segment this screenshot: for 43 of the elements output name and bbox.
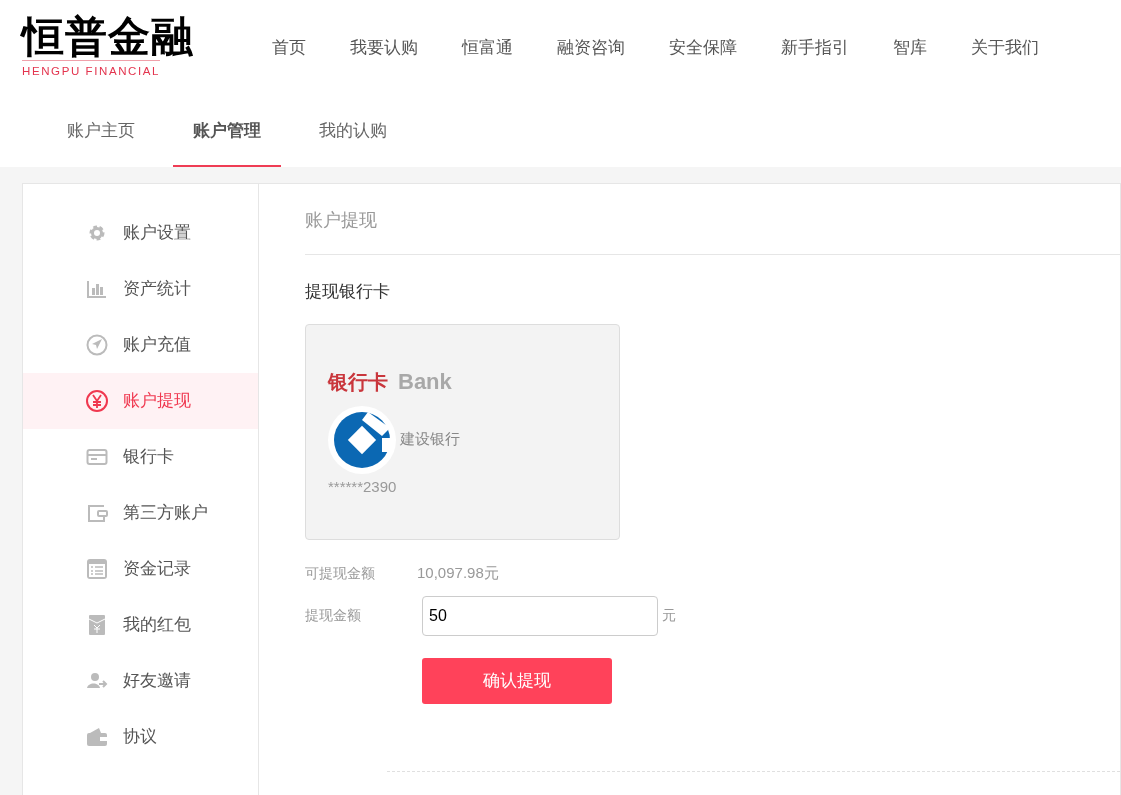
sidebar-icon [86, 726, 108, 748]
nav-link[interactable]: 恒富通 [440, 34, 535, 61]
sidebar-icon [86, 446, 108, 468]
sidebar-icon [86, 334, 108, 356]
nav-link[interactable]: 新手指引 [759, 34, 871, 61]
card-number: ******2390 [328, 476, 398, 497]
sidebar-icon [86, 614, 108, 636]
sidebar-item[interactable]: 账户设置 [23, 205, 258, 261]
sidebar-icon [86, 502, 108, 524]
available-label: 可提现金额 [305, 564, 376, 583]
page-title: 账户提现 [305, 184, 1120, 255]
currency-unit: 元 [662, 606, 676, 625]
sidebar-icon [86, 390, 108, 412]
card-title: 银行卡 [328, 369, 388, 395]
sidebar-icon [86, 558, 108, 580]
amount-input[interactable]: 50 [422, 595, 658, 636]
nav-link[interactable]: 融资咨询 [535, 34, 647, 61]
nav-link[interactable]: 安全保障 [647, 34, 759, 61]
amount-label: 提现金额 [305, 606, 362, 625]
logo-subtitle: HENGPU FINANCIAL [22, 60, 161, 81]
logo-text: 恒普金融 [22, 14, 194, 61]
nav-link[interactable]: 关于我们 [949, 34, 1061, 61]
nav-link[interactable]: 首页 [250, 34, 328, 61]
sidebar-item[interactable]: 协议 [23, 709, 258, 765]
sidebar-item[interactable]: 好友邀请 [23, 653, 258, 709]
section-heading: 提现银行卡 [305, 281, 391, 303]
account-tab[interactable]: 我的认购 [299, 95, 407, 167]
card-title-english: Bank [398, 367, 452, 396]
sidebar-item[interactable]: 账户充值 [23, 317, 258, 373]
bank-logo-icon [328, 405, 396, 474]
sidebar-item[interactable]: 第三方账户 [23, 485, 258, 541]
account-tab[interactable]: 账户主页 [47, 95, 155, 167]
nav-link[interactable]: 智库 [871, 34, 949, 61]
sidebar-item[interactable]: 资金记录 [23, 541, 258, 597]
sidebar-item[interactable]: 账户提现 [23, 373, 258, 429]
sidebar-item[interactable]: 我的红包 [23, 597, 258, 653]
bank-name: 建设银行 [400, 429, 460, 450]
sidebar-icon [86, 278, 108, 300]
account-tab[interactable]: 账户管理 [173, 95, 281, 167]
sidebar-item[interactable]: 银行卡 [23, 429, 258, 485]
available-amount: 10,097.98元 [417, 563, 499, 584]
nav-link[interactable]: 我要认购 [328, 34, 440, 61]
sidebar-item[interactable]: 资产统计 [23, 261, 258, 317]
